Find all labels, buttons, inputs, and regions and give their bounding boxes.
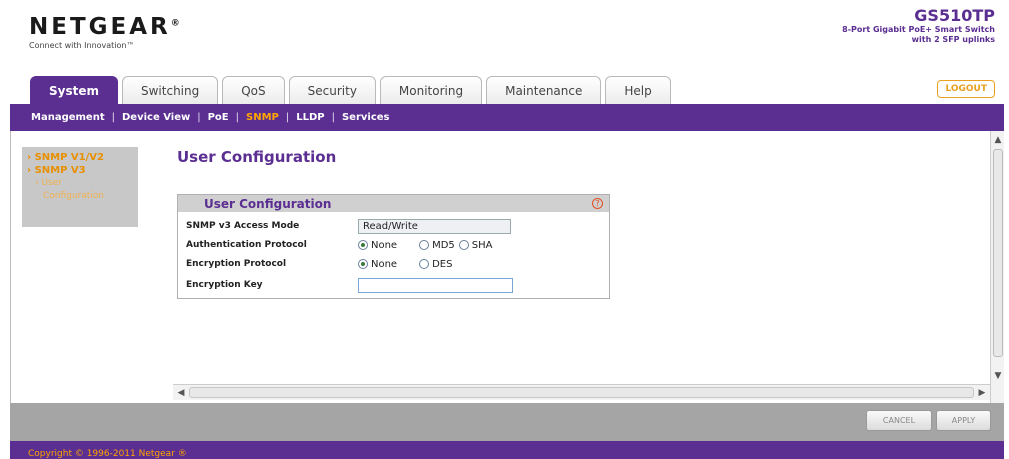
auth-none-label: None bbox=[371, 239, 398, 251]
tab-help[interactable]: Help bbox=[605, 76, 671, 104]
radio-icon bbox=[458, 240, 469, 250]
panel-title: User Configuration bbox=[204, 196, 332, 211]
sidebar-item-snmp-v1-v2[interactable]: › SNMP V1/V2 bbox=[27, 151, 133, 164]
enc-protocol-label: Encryption Protocol bbox=[186, 259, 287, 269]
tab-monitoring[interactable]: Monitoring bbox=[379, 76, 483, 104]
netgear-logo: NETGEAR® Connect with Innovation™ bbox=[29, 14, 183, 50]
copyright-text: Copyright © 1996-2011 Netgear ® bbox=[28, 449, 187, 459]
enc-protocol-row: Encryption Protocol None DES bbox=[186, 255, 466, 273]
brand-tagline: Connect with Innovation™ bbox=[29, 41, 135, 50]
enc-des-radio[interactable]: DES bbox=[419, 259, 452, 270]
sidebar-item-user[interactable]: › User bbox=[27, 177, 133, 190]
footer: Copyright © 1996-2011 Netgear ® bbox=[10, 441, 1004, 459]
apply-button[interactable]: APPLY bbox=[936, 410, 991, 431]
access-mode-label: SNMP v3 Access Mode bbox=[186, 221, 300, 231]
model-name: GS510TP bbox=[914, 6, 995, 25]
subnav-separator: | bbox=[235, 112, 239, 123]
brand-name: NETGEAR bbox=[29, 14, 171, 40]
scroll-down-icon[interactable]: ▼ bbox=[991, 369, 1005, 383]
main-tabs: System Switching QoS Security Monitoring… bbox=[30, 76, 675, 104]
access-mode-row: SNMP v3 Access Mode Read/Write bbox=[186, 217, 511, 235]
subnav-snmp[interactable]: SNMP bbox=[246, 112, 279, 123]
user-configuration-panel: User Configuration ? SNMP v3 Access Mode… bbox=[177, 194, 610, 299]
tab-maintenance[interactable]: Maintenance bbox=[486, 76, 602, 104]
auth-md5-radio[interactable]: MD5 bbox=[419, 240, 455, 251]
enc-none-radio[interactable]: None bbox=[358, 259, 397, 270]
vertical-scrollbar[interactable]: ▲ ▼ bbox=[990, 131, 1004, 403]
model-description-line1: 8-Port Gigabit PoE+ Smart Switch bbox=[842, 25, 995, 34]
brand-mark: ® bbox=[170, 18, 183, 29]
action-bar bbox=[10, 403, 1004, 441]
subnav-separator: | bbox=[285, 112, 290, 123]
enc-key-label: Encryption Key bbox=[186, 280, 263, 290]
encryption-key-input[interactable] bbox=[358, 277, 513, 293]
subnav-services[interactable]: Services bbox=[342, 112, 390, 123]
subnav-separator: | bbox=[197, 112, 201, 123]
vertical-scroll-thumb[interactable] bbox=[993, 149, 1003, 357]
subnav-management[interactable]: Management bbox=[31, 112, 105, 123]
auth-sha-label: SHA bbox=[471, 239, 493, 251]
tab-switching[interactable]: Switching bbox=[122, 76, 219, 104]
tab-system[interactable]: System bbox=[30, 76, 118, 104]
horizontal-scroll-thumb[interactable] bbox=[189, 387, 974, 398]
radio-icon bbox=[419, 240, 430, 250]
panel-header: User Configuration ? bbox=[178, 195, 609, 212]
sidebar-item-user-configuration[interactable]: Configuration bbox=[27, 190, 133, 203]
help-icon[interactable]: ? bbox=[592, 198, 603, 209]
radio-icon bbox=[419, 259, 430, 269]
auth-md5-label: MD5 bbox=[432, 239, 455, 251]
scroll-left-icon[interactable]: ◀ bbox=[174, 386, 188, 400]
subnav-poe[interactable]: PoE bbox=[208, 112, 229, 123]
tab-qos[interactable]: QoS bbox=[222, 76, 285, 104]
sidebar-item-snmp-v3[interactable]: › SNMP V3 bbox=[27, 164, 133, 177]
subnav-lldp[interactable]: LLDP bbox=[296, 112, 324, 123]
subnav-device-view[interactable]: Device View bbox=[122, 112, 190, 123]
auth-protocol-label: Authentication Protocol bbox=[186, 240, 307, 250]
auth-sha-radio[interactable]: SHA bbox=[458, 239, 493, 251]
radio-selected-icon bbox=[358, 240, 368, 250]
subnav-separator: | bbox=[111, 112, 115, 123]
access-mode-field: Read/Write bbox=[358, 218, 511, 234]
radio-selected-icon bbox=[358, 259, 368, 269]
enc-key-row: Encryption Key bbox=[186, 276, 513, 294]
auth-protocol-row: Authentication Protocol None MD5 SHA bbox=[186, 236, 507, 254]
tab-security[interactable]: Security bbox=[288, 76, 376, 104]
horizontal-scrollbar[interactable]: ◀ ▶ bbox=[173, 384, 990, 400]
app-window: NETGEAR® Connect with Innovation™ GS510T… bbox=[0, 0, 1009, 459]
logout-button[interactable]: LOGOUT bbox=[937, 80, 995, 98]
scroll-up-icon[interactable]: ▲ bbox=[991, 133, 1005, 147]
enc-none-label: None bbox=[371, 258, 398, 270]
enc-des-label: DES bbox=[432, 258, 453, 270]
cancel-button[interactable]: CANCEL bbox=[866, 410, 932, 431]
scroll-right-icon[interactable]: ▶ bbox=[975, 386, 989, 400]
model-info: GS510TP 8-Port Gigabit PoE+ Smart Switch… bbox=[842, 6, 995, 45]
page-title: User Configuration bbox=[177, 148, 337, 166]
sub-navigation: Management | Device View | PoE | SNMP | … bbox=[10, 104, 1004, 131]
subnav-separator: | bbox=[331, 112, 335, 123]
sidebar: › SNMP V1/V2 › SNMP V3 › User Configurat… bbox=[22, 147, 138, 227]
auth-none-radio[interactable]: None bbox=[358, 240, 397, 251]
model-description-line2: with 2 SFP uplinks bbox=[911, 35, 995, 44]
